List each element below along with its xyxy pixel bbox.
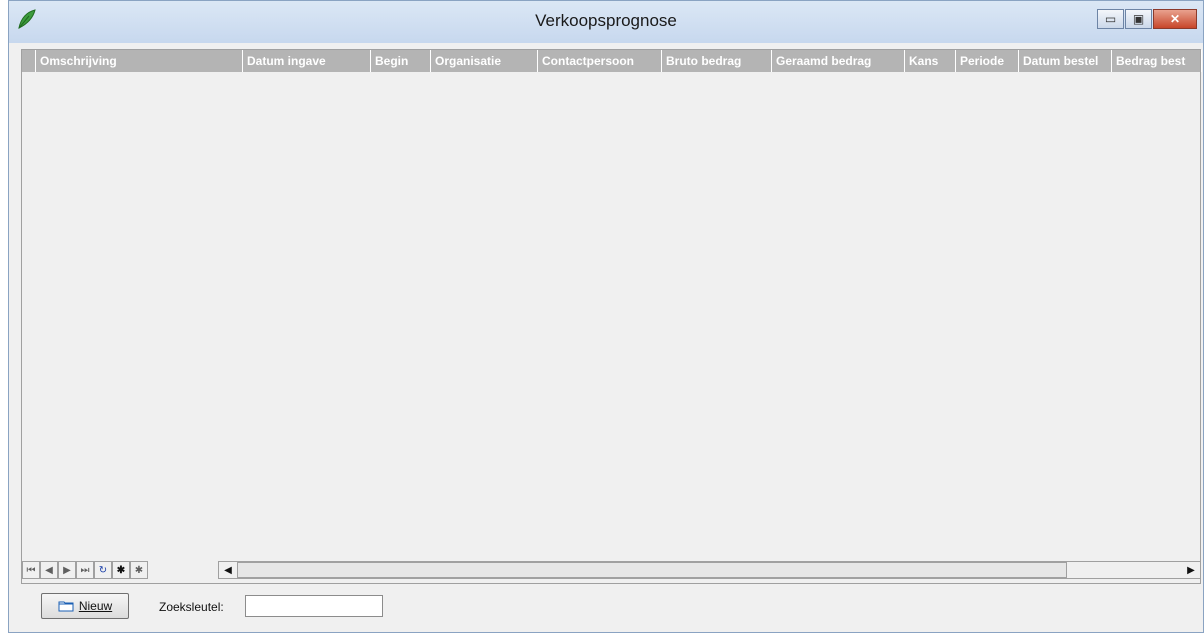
column-header-omschrijving[interactable]: Omschrijving bbox=[36, 50, 243, 72]
last-record-button[interactable]: ⏭ bbox=[76, 561, 94, 579]
column-header-periode[interactable]: Periode bbox=[956, 50, 1019, 72]
next-icon: ▶ bbox=[63, 564, 71, 576]
column-header-contactpersoon[interactable]: Contactpersoon bbox=[538, 50, 662, 72]
append-record-button[interactable]: ✱ bbox=[130, 561, 148, 579]
asterisk-icon: ✱ bbox=[116, 564, 126, 576]
insert-record-button[interactable]: ✱ bbox=[112, 561, 130, 579]
minimize-button[interactable]: ▭ bbox=[1097, 9, 1124, 29]
column-header-begin[interactable]: Begin bbox=[371, 50, 431, 72]
last-icon: ⏭ bbox=[80, 564, 90, 576]
column-header-bruto-bedrag[interactable]: Bruto bedrag bbox=[662, 50, 772, 72]
column-header-datum-ingave[interactable]: Datum ingave bbox=[243, 50, 371, 72]
first-record-button[interactable]: ⏮ bbox=[22, 561, 40, 579]
new-button[interactable]: Nieuw bbox=[41, 593, 129, 619]
prev-record-button[interactable]: ◀ bbox=[40, 561, 58, 579]
column-header-datum-bestel[interactable]: Datum bestel bbox=[1019, 50, 1112, 72]
horizontal-scrollbar[interactable]: ◀ ▶ bbox=[218, 561, 1201, 579]
close-icon: ✕ bbox=[1169, 12, 1181, 26]
asterisk-arrow-icon: ✱ bbox=[134, 564, 144, 576]
refresh-button[interactable]: ↻ bbox=[94, 561, 112, 579]
column-header-kans[interactable]: Kans bbox=[905, 50, 956, 72]
search-label: Zoeksleutel: bbox=[159, 600, 224, 614]
column-header-bedrag-best[interactable]: Bedrag best bbox=[1112, 50, 1202, 72]
close-button[interactable]: ✕ bbox=[1153, 9, 1197, 29]
footer-bar: Nieuw Zoeksleutel: bbox=[21, 591, 1203, 627]
refresh-icon: ↻ bbox=[98, 564, 108, 576]
caption-buttons: ▭ ▣ ✕ bbox=[1096, 9, 1197, 29]
scroll-left-button[interactable]: ◀ bbox=[219, 562, 237, 578]
scroll-track[interactable] bbox=[1067, 562, 1182, 578]
maximize-icon: ▣ bbox=[1132, 12, 1145, 26]
scroll-right-button[interactable]: ▶ bbox=[1182, 562, 1200, 578]
minimize-icon: ▭ bbox=[1104, 12, 1117, 26]
column-header-geraamd-bedrag[interactable]: Geraamd bedrag bbox=[772, 50, 905, 72]
window-title: Verkoopsprognose bbox=[535, 11, 677, 30]
scroll-thumb[interactable] bbox=[237, 562, 1067, 578]
new-button-label: Nieuw bbox=[78, 599, 113, 613]
maximize-button[interactable]: ▣ bbox=[1125, 9, 1152, 29]
record-navigator: ⏮ ◀ ▶ ⏭ ↻ ✱ ✱ bbox=[22, 561, 148, 579]
next-record-button[interactable]: ▶ bbox=[58, 561, 76, 579]
search-input[interactable] bbox=[245, 595, 383, 617]
first-icon: ⏮ bbox=[26, 564, 36, 576]
data-grid[interactable]: Omschrijving Datum ingave Begin Organisa… bbox=[21, 49, 1202, 584]
grid-header: Omschrijving Datum ingave Begin Organisa… bbox=[22, 50, 1202, 72]
prev-icon: ◀ bbox=[45, 564, 53, 576]
right-arrow-icon: ▶ bbox=[1187, 564, 1195, 576]
app-window: Verkoopsprognose ▭ ▣ ✕ Omschrijving Datu… bbox=[8, 0, 1204, 633]
left-arrow-icon: ◀ bbox=[224, 564, 232, 576]
column-header-organisatie[interactable]: Organisatie bbox=[431, 50, 538, 72]
title-bar[interactable]: Verkoopsprognose ▭ ▣ ✕ bbox=[9, 1, 1203, 43]
row-indicator-header bbox=[22, 50, 36, 72]
folder-icon bbox=[58, 601, 74, 612]
